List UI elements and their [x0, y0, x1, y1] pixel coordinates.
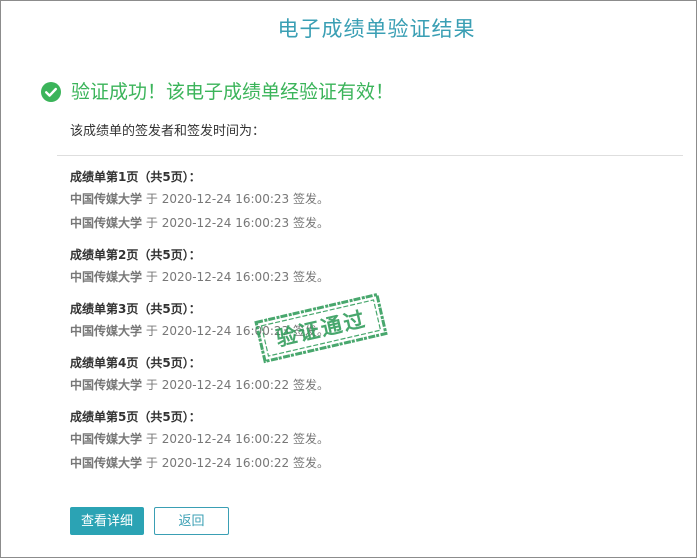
page-block: 成绩单第5页（共5页）： 中国传媒大学 于 2020-12-24 16:00:22… — [70, 407, 590, 475]
signers-label: 该成绩单的签发者和签发时间为： — [70, 124, 266, 139]
signature-suffix: 签发。 — [292, 270, 329, 284]
signature-prefix: 于 — [145, 324, 158, 338]
signature-suffix: 签发。 — [292, 378, 329, 392]
signature-prefix: 于 — [145, 216, 158, 230]
signature-suffix: 签发。 — [292, 192, 329, 206]
divider — [57, 155, 683, 156]
signature-suffix: 签发。 — [292, 324, 329, 338]
success-banner: 验证成功！该电子成绩单经验证有效！ — [41, 77, 394, 107]
success-message: 验证成功！该电子成绩单经验证有效！ — [71, 81, 395, 103]
signature-org: 中国传媒大学 — [70, 432, 143, 446]
signature-suffix: 签发。 — [292, 216, 329, 230]
signature-org: 中国传媒大学 — [70, 192, 143, 206]
page-title: 电子成绩单验证结果 — [277, 17, 476, 41]
signature-line: 中国传媒大学 于 2020-12-24 16:00:22 签发。 — [70, 373, 590, 397]
page-heading: 成绩单第5页（共5页）： — [70, 410, 201, 424]
page-signature-list: 成绩单第1页（共5页）： 中国传媒大学 于 2020-12-24 16:00:23… — [70, 167, 590, 485]
page-block: 成绩单第2页（共5页）： 中国传媒大学 于 2020-12-24 16:00:23… — [70, 245, 590, 289]
signature-org: 中国传媒大学 — [70, 324, 143, 338]
verification-result-panel: 电子成绩单验证结果 验证成功！该电子成绩单经验证有效！ 该成绩单的签发者和签发时… — [0, 0, 697, 558]
signature-time: 2020-12-24 16:00:22 — [161, 432, 290, 446]
back-button[interactable]: 返回 — [154, 507, 229, 535]
page-block: 成绩单第3页（共5页）： 中国传媒大学 于 2020-12-24 16:00:23… — [70, 299, 590, 343]
signature-time: 2020-12-24 16:00:23 — [161, 270, 290, 284]
page-heading: 成绩单第1页（共5页）： — [70, 170, 201, 184]
signature-prefix: 于 — [145, 456, 158, 470]
signature-org: 中国传媒大学 — [70, 456, 143, 470]
signature-suffix: 签发。 — [292, 432, 329, 446]
signature-org: 中国传媒大学 — [70, 216, 143, 230]
signature-prefix: 于 — [145, 432, 158, 446]
page-block: 成绩单第1页（共5页）： 中国传媒大学 于 2020-12-24 16:00:23… — [70, 167, 590, 235]
page-heading: 成绩单第3页（共5页）： — [70, 302, 201, 316]
page-block: 成绩单第4页（共5页）： 中国传媒大学 于 2020-12-24 16:00:22… — [70, 353, 590, 397]
signature-prefix: 于 — [145, 270, 158, 284]
signature-prefix: 于 — [145, 192, 158, 206]
signature-line: 中国传媒大学 于 2020-12-24 16:00:23 签发。 — [70, 319, 590, 343]
view-details-button[interactable]: 查看详细 — [70, 507, 144, 535]
signature-line: 中国传媒大学 于 2020-12-24 16:00:22 签发。 — [70, 451, 590, 475]
signature-time: 2020-12-24 16:00:23 — [161, 216, 290, 230]
signature-org: 中国传媒大学 — [70, 270, 143, 284]
signature-prefix: 于 — [145, 378, 158, 392]
signature-time: 2020-12-24 16:00:22 — [161, 378, 290, 392]
signature-time: 2020-12-24 16:00:22 — [161, 456, 290, 470]
signature-time: 2020-12-24 16:00:23 — [161, 192, 290, 206]
page-heading: 成绩单第4页（共5页）： — [70, 356, 201, 370]
signature-time: 2020-12-24 16:00:23 — [161, 324, 290, 338]
signature-suffix: 签发。 — [292, 456, 329, 470]
page-heading: 成绩单第2页（共5页）： — [70, 248, 201, 262]
check-circle-icon — [41, 82, 61, 102]
signature-org: 中国传媒大学 — [70, 378, 143, 392]
signature-line: 中国传媒大学 于 2020-12-24 16:00:23 签发。 — [70, 211, 590, 235]
signature-line: 中国传媒大学 于 2020-12-24 16:00:23 签发。 — [70, 265, 590, 289]
signature-line: 中国传媒大学 于 2020-12-24 16:00:23 签发。 — [70, 187, 590, 211]
signature-line: 中国传媒大学 于 2020-12-24 16:00:22 签发。 — [70, 427, 590, 451]
